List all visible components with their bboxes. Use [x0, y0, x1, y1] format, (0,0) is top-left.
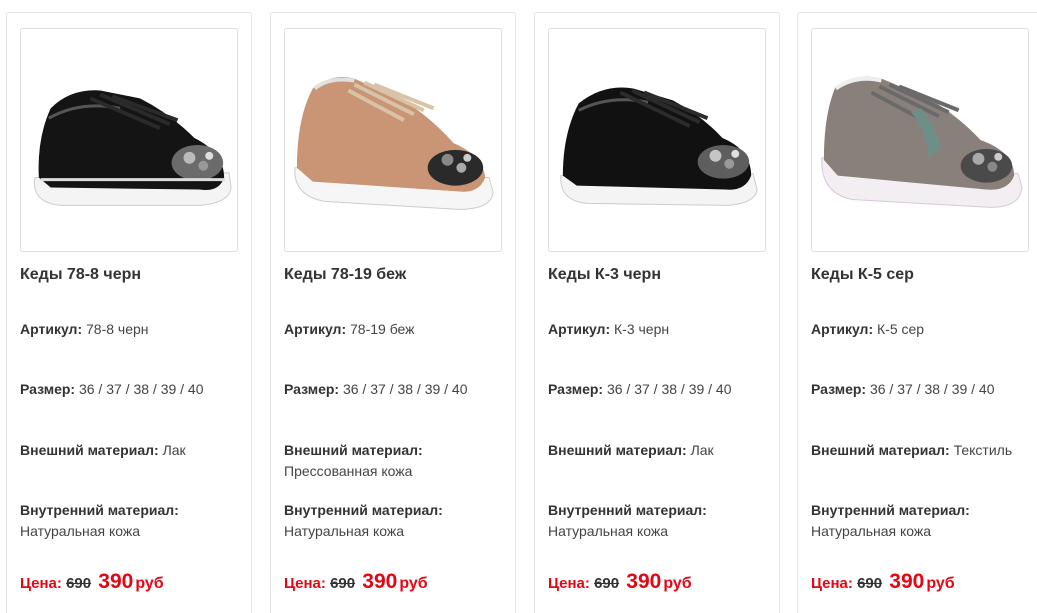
article-row: Артикул: К-3 черн	[548, 319, 776, 340]
outer-label: Внешний материал:	[548, 442, 687, 458]
new-price: 390	[98, 570, 134, 593]
outer-material-row: Внешний материал: Лак	[548, 440, 776, 461]
outer-label: Внешний материал:	[284, 442, 423, 458]
size-row: Размер: 36 / 37 / 38 / 39 / 40	[284, 379, 512, 400]
inner-value: Натуральная кожа	[811, 523, 932, 539]
outer-value: Лак	[690, 442, 714, 458]
inner-value: Натуральная кожа	[548, 523, 669, 539]
product-title[interactable]: Кеды 78-8 черн	[20, 266, 248, 284]
product-card[interactable]: Кеды К-3 черн Артикул: К-3 черн Размер: …	[534, 12, 780, 613]
currency: руб	[926, 575, 955, 592]
old-price: 690	[330, 575, 356, 592]
currency: руб	[663, 575, 692, 592]
inner-material-row: Внутренний материал: Натуральная кожа	[548, 500, 776, 542]
old-price: 690	[66, 575, 92, 592]
price-row: Цена: 690 390 руб	[811, 570, 1037, 594]
inner-material-row: Внутренний материал: Натуральная кожа	[284, 500, 512, 542]
price-label: Цена:	[548, 575, 590, 592]
product-image[interactable]	[548, 28, 766, 252]
product-image[interactable]	[811, 28, 1029, 252]
size-value: 36 / 37 / 38 / 39 / 40	[606, 381, 732, 397]
size-row: Размер: 36 / 37 / 38 / 39 / 40	[811, 379, 1037, 400]
inner-label: Внутренний материал:	[20, 502, 179, 518]
outer-value: Лак	[162, 442, 186, 458]
old-price: 690	[594, 575, 620, 592]
product-title[interactable]: Кеды 78-19 беж	[284, 266, 512, 284]
sneaker-image	[294, 76, 494, 210]
outer-material-row: Внешний материал: Текстиль	[811, 440, 1037, 461]
article-row: Артикул: 78-8 черн	[20, 319, 248, 340]
product-image[interactable]	[20, 28, 238, 252]
article-label: Артикул:	[548, 321, 611, 337]
article-value: 78-8 черн	[86, 321, 149, 337]
outer-label: Внешний материал:	[811, 442, 950, 458]
product-card[interactable]: Кеды 78-19 беж Артикул: 78-19 беж Размер…	[270, 12, 516, 613]
new-price: 390	[362, 570, 398, 593]
product-card[interactable]: Кеды 78-8 черн Артикул: 78-8 черн Размер…	[6, 12, 252, 613]
new-price: 390	[889, 570, 925, 593]
outer-label: Внешний материал:	[20, 442, 159, 458]
inner-value: Натуральная кожа	[284, 523, 405, 539]
sneaker-image	[33, 90, 232, 206]
inner-material-row: Внутренний материал: Натуральная кожа	[20, 500, 248, 542]
outer-material-row: Внешний материал: Прессованная кожа	[284, 440, 512, 482]
currency: руб	[399, 575, 428, 592]
new-price: 390	[626, 570, 662, 593]
price-label: Цена:	[284, 575, 326, 592]
article-label: Артикул:	[811, 321, 874, 337]
product-title[interactable]: Кеды К-5 сер	[811, 266, 1037, 284]
outer-value: Прессованная кожа	[284, 463, 413, 479]
currency: руб	[135, 575, 164, 592]
article-row: Артикул: К-5 сер	[811, 319, 1037, 340]
inner-label: Внутренний материал:	[548, 502, 707, 518]
product-card[interactable]: Кеды К-5 сер Артикул: К-5 сер Размер: 36…	[797, 12, 1037, 613]
price-label: Цена:	[811, 575, 853, 592]
article-value: 78-19 беж	[350, 321, 415, 337]
sneaker-image	[821, 76, 1023, 208]
size-row: Размер: 36 / 37 / 38 / 39 / 40	[20, 379, 248, 400]
old-price: 690	[857, 575, 883, 592]
price-row: Цена: 690 390 руб	[548, 570, 780, 594]
size-label: Размер:	[20, 381, 76, 397]
size-value: 36 / 37 / 38 / 39 / 40	[869, 381, 995, 397]
sneaker-image	[560, 87, 758, 206]
article-value: К-3 черн	[614, 321, 670, 337]
article-value: К-5 сер	[877, 321, 925, 337]
price-row: Цена: 690 390 руб	[20, 570, 252, 594]
inner-material-row: Внутренний материал: Натуральная кожа	[811, 500, 1037, 542]
price-row: Цена: 690 390 руб	[284, 570, 516, 594]
size-label: Размер:	[811, 381, 867, 397]
size-label: Размер:	[284, 381, 340, 397]
size-value: 36 / 37 / 38 / 39 / 40	[78, 381, 204, 397]
article-row: Артикул: 78-19 беж	[284, 319, 512, 340]
size-value: 36 / 37 / 38 / 39 / 40	[342, 381, 468, 397]
product-title[interactable]: Кеды К-3 черн	[548, 266, 776, 284]
article-label: Артикул:	[284, 321, 347, 337]
outer-value: Текстиль	[953, 442, 1013, 458]
outer-material-row: Внешний материал: Лак	[20, 440, 248, 461]
size-row: Размер: 36 / 37 / 38 / 39 / 40	[548, 379, 776, 400]
product-image[interactable]	[284, 28, 502, 252]
inner-label: Внутренний материал:	[284, 502, 443, 518]
article-label: Артикул:	[20, 321, 83, 337]
price-label: Цена:	[20, 575, 62, 592]
size-label: Размер:	[548, 381, 604, 397]
inner-value: Натуральная кожа	[20, 523, 141, 539]
inner-label: Внутренний материал:	[811, 502, 970, 518]
